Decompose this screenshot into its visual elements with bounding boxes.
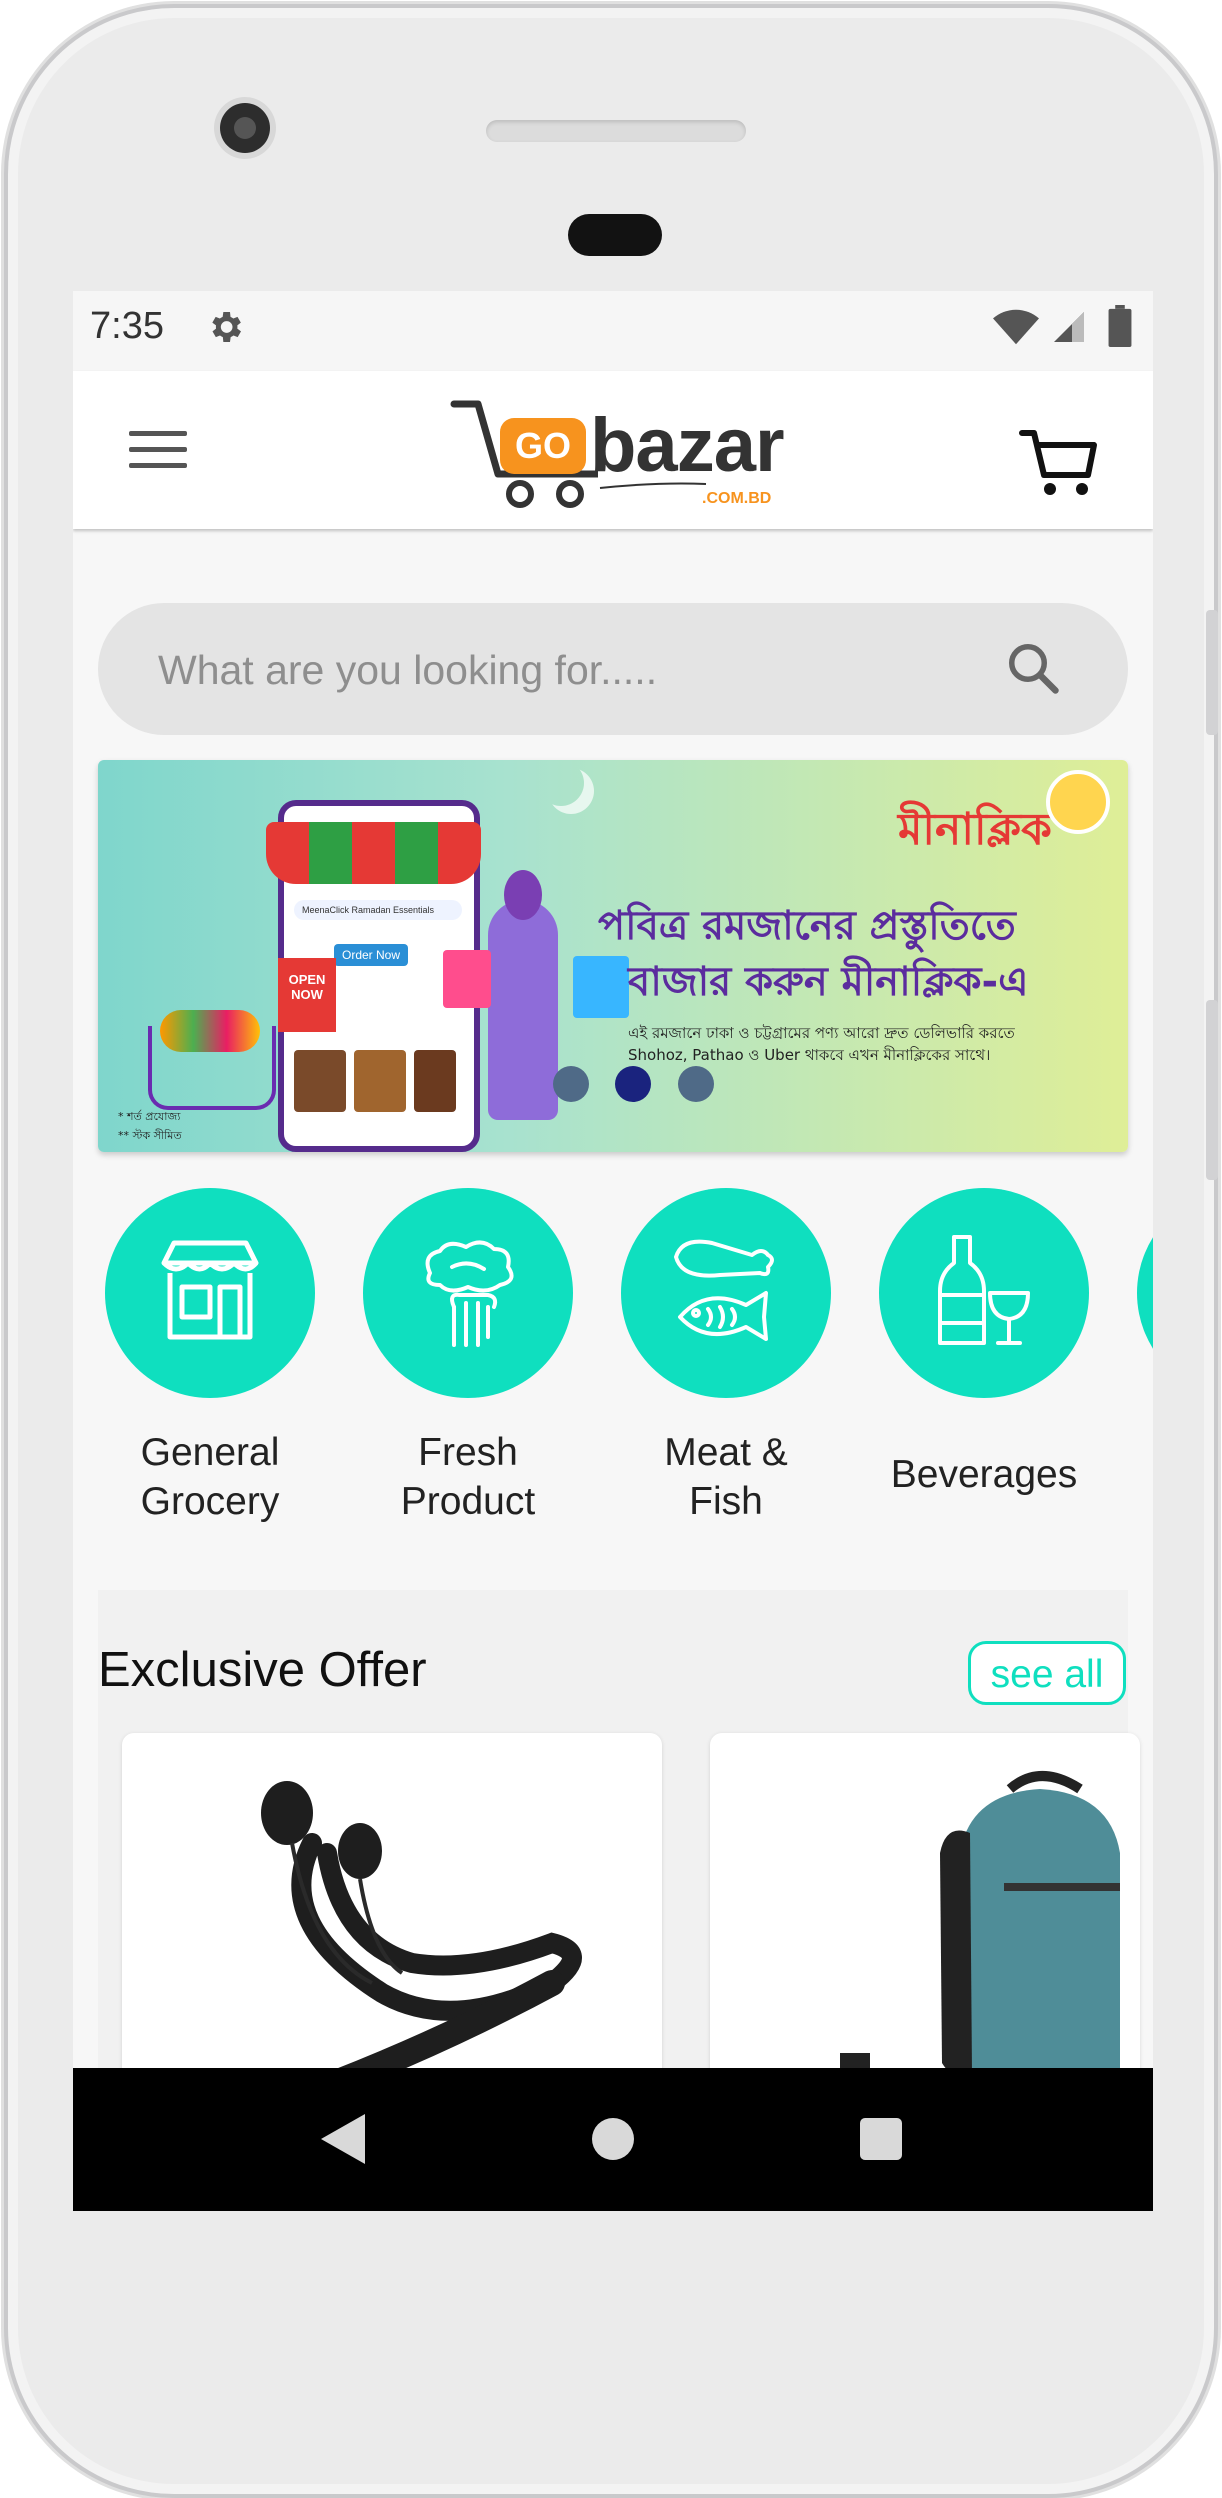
crescent-moon-decoration <box>538 760 584 806</box>
logo-domain: .COM.BD <box>702 490 772 507</box>
category-label-line1: Fresh <box>418 1431 518 1474</box>
status-time: 7:35 <box>90 305 164 347</box>
category-label-line2: Grocery <box>140 1480 280 1523</box>
banner-product-thumb <box>294 1050 346 1112</box>
shopping-cart-icon[interactable] <box>1018 423 1098 503</box>
volume-button <box>1206 1000 1218 1180</box>
banner-headline-line2: বাজার করুন মীনাক্লিক-এ <box>628 959 1029 1005</box>
category-label-line2: Product <box>400 1480 536 1523</box>
battery-icon <box>1108 305 1132 351</box>
footnote-line2: ** স্টক সীমিত <box>118 1129 182 1142</box>
banner-product-thumb <box>414 1050 456 1112</box>
phone-screen: 7:35 GO bazar .COM.BD What are you looki… <box>73 291 1153 2211</box>
shopping-bag-illustration <box>573 956 629 1018</box>
open-tag-line1: OPEN <box>288 972 326 987</box>
shopping-bag-illustration <box>443 950 491 1008</box>
banner-phone-search: MeenaClick Ramadan Essentials <box>294 900 462 920</box>
bottle-and-glass-icon <box>938 1235 1030 1345</box>
basket-groceries-illustration <box>160 1010 260 1052</box>
gobazar-logo[interactable]: GO bazar .COM.BD <box>448 396 808 514</box>
category-icon-circle[interactable] <box>621 1188 831 1398</box>
logo-wordmark: bazar <box>590 403 785 488</box>
search-icon[interactable] <box>1003 638 1063 702</box>
wifi-icon <box>993 309 1039 349</box>
storefront-icon <box>161 1240 259 1340</box>
home-icon[interactable] <box>592 2118 634 2160</box>
carousel-dot[interactable] <box>678 1066 714 1102</box>
category-list: General Grocery Fresh Product Meat & Fis… <box>73 1188 1153 1528</box>
category-icon-circle[interactable] <box>1137 1188 1153 1398</box>
carousel-dot-active[interactable] <box>615 1066 651 1102</box>
app-header: GO bazar .COM.BD <box>73 371 1153 529</box>
cellular-signal-icon <box>1051 309 1087 349</box>
recent-apps-icon[interactable] <box>860 2118 902 2160</box>
category-icon-circle[interactable] <box>363 1188 573 1398</box>
category-label-line1: Meat & <box>664 1431 788 1474</box>
category-label-line1: General <box>140 1431 280 1474</box>
back-icon[interactable] <box>321 2114 365 2168</box>
status-bar: 7:35 <box>73 291 1153 371</box>
search-bar[interactable]: What are you looking for..... <box>98 603 1128 735</box>
earpiece-speaker <box>486 120 746 142</box>
gear-icon <box>205 307 245 351</box>
phone-frame: 7:35 GO bazar .COM.BD What are you looki… <box>4 4 1218 2498</box>
carousel-dot[interactable] <box>553 1066 589 1102</box>
category-icon-circle[interactable] <box>879 1188 1089 1398</box>
category-label-line2: Fish <box>689 1480 763 1523</box>
carousel-indicator <box>553 1066 733 1106</box>
category-icon-circle[interactable] <box>105 1188 315 1398</box>
vegetable-in-hand-icon <box>425 1240 514 1347</box>
front-camera <box>220 103 270 153</box>
banner-shop-awning <box>266 822 481 884</box>
search-input[interactable]: What are you looking for..... <box>158 647 657 694</box>
banner-open-now-tag: OPEN NOW <box>278 958 336 1032</box>
footnote-line1: * শর্ত প্রযোজ্য <box>118 1110 181 1123</box>
banner-footnote: * শর্ত প্রযোজ্য ** স্টক সীমিত <box>118 1108 182 1146</box>
promo-banner[interactable]: MeenaClick Ramadan Essentials Order Now … <box>98 760 1128 1152</box>
banner-order-now-button: Order Now <box>334 944 408 966</box>
category-label: Meat & Fish <box>613 1428 839 1526</box>
category-label: General Grocery <box>97 1428 323 1526</box>
meat-and-fish-icon <box>674 1239 774 1341</box>
proximity-sensor <box>568 214 662 256</box>
banner-brand-logo: মীনাক্লিক <box>898 804 1052 855</box>
section-title: Exclusive Offer <box>98 1643 427 1697</box>
power-button <box>1206 610 1218 735</box>
banner-brand-basket-icon <box>1046 770 1110 834</box>
category-label: Beverages <box>890 1453 1078 1496</box>
system-navigation-bar <box>73 2068 1153 2211</box>
logo-go-badge: GO <box>500 418 586 474</box>
hamburger-menu-icon[interactable] <box>123 423 193 479</box>
open-tag-line2: NOW <box>291 987 323 1002</box>
shopper-illustration <box>488 870 558 1120</box>
banner-product-thumb <box>354 1050 406 1112</box>
backpack-image <box>840 1771 1120 2113</box>
see-all-button[interactable]: see all <box>968 1641 1126 1705</box>
category-label: Fresh Product <box>355 1428 581 1526</box>
neckband-earphones-image <box>261 1781 582 2116</box>
